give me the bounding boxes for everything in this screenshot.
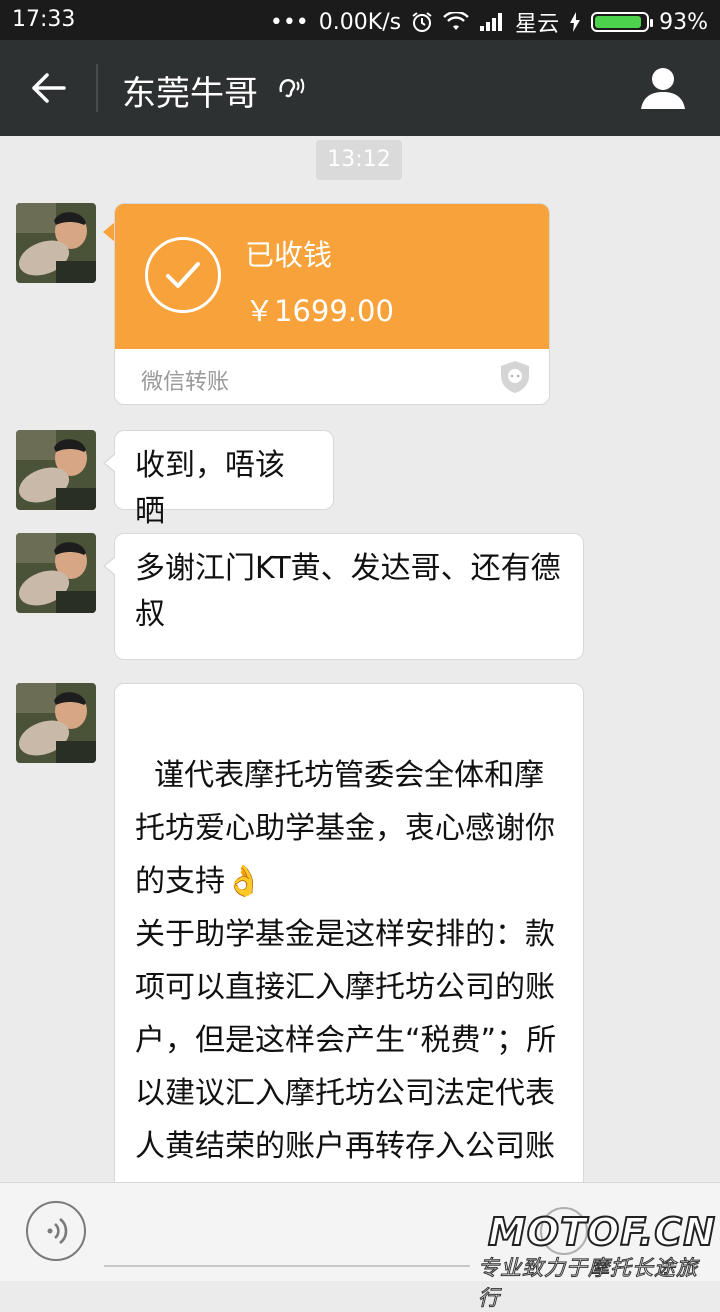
transfer-amount: ￥1699.00 bbox=[245, 294, 394, 328]
message-text: 多谢江门KT黄、发达哥、还有德叔 bbox=[135, 551, 561, 632]
battery-icon bbox=[591, 12, 654, 32]
sender-avatar[interactable] bbox=[16, 533, 96, 613]
sender-avatar[interactable] bbox=[16, 430, 96, 510]
transfer-source-label: 微信转账 bbox=[141, 370, 230, 395]
status-time: 17:33 bbox=[12, 7, 76, 32]
chat-title: 东莞牛哥 bbox=[122, 74, 258, 114]
network-speed: 0.00K/s bbox=[318, 9, 402, 35]
site-watermark: MOTOF.CN 专业致力于摩托长途旅行 bbox=[478, 1209, 720, 1311]
alarm-icon bbox=[412, 12, 432, 32]
message-text: 谨代表摩托坊管委会全体和摩托坊爱心助学基金，衷心感谢你的支持👌 关于助学基金是这… bbox=[135, 758, 557, 1217]
header-divider bbox=[96, 64, 98, 112]
message-timestamp: 13:12 bbox=[316, 140, 402, 180]
message-input[interactable] bbox=[104, 1265, 470, 1267]
message-bubble[interactable]: 多谢江门KT黄、发达哥、还有德叔 bbox=[103, 533, 584, 660]
signal-icon bbox=[480, 13, 503, 31]
watermark-slogan: 专业致力于摩托长途旅行 bbox=[478, 1256, 698, 1311]
back-arrow-icon[interactable] bbox=[28, 68, 68, 108]
battery-percent: 93% bbox=[659, 9, 708, 35]
transfer-card-header: 已收钱 ￥1699.00 bbox=[115, 204, 549, 349]
sender-avatar[interactable] bbox=[16, 203, 96, 283]
voice-icon bbox=[47, 1217, 68, 1245]
earpiece-mode-icon bbox=[279, 78, 305, 98]
transfer-status: 已收钱 bbox=[245, 238, 333, 272]
status-bar: 17:33 ••• 0.00K/s 星云 93% bbox=[0, 0, 720, 40]
status-dots: ••• bbox=[269, 9, 309, 35]
status-right: ••• 0.00K/s 星云 93% bbox=[270, 6, 708, 38]
message-text: 收到，唔该晒 bbox=[135, 448, 285, 529]
message-bubble[interactable]: 谨代表摩托坊管委会全体和摩托坊爱心助学基金，衷心感谢你的支持👌 关于助学基金是这… bbox=[114, 683, 584, 1243]
chat-info-icon[interactable] bbox=[640, 66, 686, 110]
carrier-name: 星云 bbox=[515, 12, 560, 37]
transfer-card[interactable]: 已收钱 ￥1699.00 微信转账 bbox=[114, 203, 550, 405]
chat-header: 东莞牛哥 bbox=[0, 40, 720, 136]
charging-icon bbox=[570, 12, 581, 32]
message-bubble[interactable]: 收到，唔该晒 bbox=[103, 430, 334, 529]
shield-icon bbox=[501, 361, 529, 393]
sender-avatar[interactable] bbox=[16, 683, 96, 763]
battery-fill bbox=[595, 16, 642, 28]
wifi-icon bbox=[443, 12, 469, 30]
check-circle-icon bbox=[145, 237, 221, 313]
watermark-logo: MOTOF.CN bbox=[487, 1209, 716, 1255]
voice-input-button[interactable] bbox=[26, 1201, 86, 1261]
